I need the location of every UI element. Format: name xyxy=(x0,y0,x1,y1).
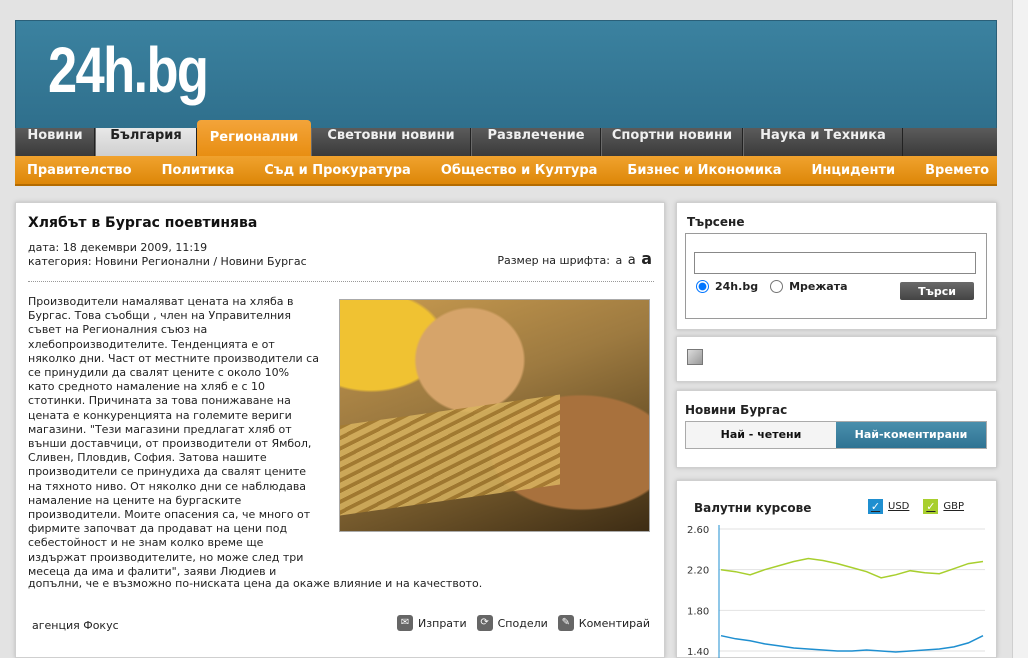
series-line-gbp xyxy=(720,557,984,579)
tab-most-commented[interactable]: Най-коментирани xyxy=(836,422,986,448)
series-line-usd xyxy=(720,634,984,653)
page-frame: 24h.bg Новини България Регионални Световни … xyxy=(15,20,997,658)
scope-web-radio[interactable] xyxy=(770,280,784,293)
send-button[interactable]: ✉ Изпрати xyxy=(397,615,467,631)
font-size-medium[interactable]: a xyxy=(628,253,636,268)
action-label: Коментирай xyxy=(578,616,650,630)
legend-usd-label: USD xyxy=(888,501,910,512)
search-input[interactable] xyxy=(694,252,976,274)
subnav-link-2[interactable]: Съд и Прокуратура xyxy=(264,156,411,184)
broken-image-icon xyxy=(687,349,703,365)
news-burgas-box: Новини Бургас Най - четени Най-коментира… xyxy=(676,390,997,468)
usd-checkbox-icon[interactable]: ✓ xyxy=(868,499,883,514)
news-box-title: Новини Бургас xyxy=(685,403,788,417)
scope-site-radio[interactable] xyxy=(696,280,709,293)
subnav-link-0[interactable]: Правителство xyxy=(27,156,132,184)
envelope-icon: ✉ xyxy=(397,615,414,631)
article-body: Производители намаляват цената на хляба … xyxy=(28,295,319,578)
currency-legend: ✓ USD ✓ GBP xyxy=(868,499,964,514)
nav-tab-0[interactable]: Новини xyxy=(15,128,95,156)
scope-web-label: Мрежата xyxy=(789,280,848,293)
site-header: 24h.bg xyxy=(15,20,997,130)
y-tick-label: 2.20 xyxy=(687,566,709,577)
share-button[interactable]: ⟳ Сподели xyxy=(476,615,548,631)
legend-usd[interactable]: ✓ USD xyxy=(868,499,909,514)
article-actions: ✉ Изпрати ⟳ Сподели ✎ Коментирай xyxy=(397,615,650,631)
search-title: Търсене xyxy=(687,215,745,229)
sub-navigation: Правителство Политика Съд и Прокуратура Общ… xyxy=(15,156,997,186)
legend-gbp-label: GBP xyxy=(943,501,965,512)
divider xyxy=(28,281,654,282)
article-source: агенция Фокус xyxy=(32,619,119,632)
search-box: Търсене 24h.bg Мрежата Търси xyxy=(676,202,997,330)
currency-chart: 2.60 2.20 1.80 1.40 xyxy=(687,525,985,658)
search-form: 24h.bg Мрежата Търси xyxy=(685,233,987,319)
subnav-link-4[interactable]: Бизнес и Икономика xyxy=(627,156,781,184)
article-body-end: допълни, че е възможно по-ниската цена д… xyxy=(28,577,483,590)
widget-box xyxy=(676,336,997,382)
font-size-small[interactable]: a xyxy=(615,254,622,267)
share-icon: ⟳ xyxy=(476,615,493,631)
nav-tab-2[interactable]: Регионални xyxy=(197,120,311,156)
font-size-large[interactable]: a xyxy=(641,249,652,268)
scope-site-label: 24h.bg xyxy=(715,280,759,293)
y-tick-label: 1.80 xyxy=(687,606,709,617)
main-navigation: Новини България Регионални Световни новини Р… xyxy=(15,120,997,156)
nav-tab-3[interactable]: Световни новини xyxy=(311,128,471,156)
nav-tab-6[interactable]: Наука и Техника xyxy=(743,128,903,156)
page-scrollbar[interactable] xyxy=(1012,0,1028,658)
search-button[interactable]: Търси xyxy=(900,282,974,300)
article-date: дата: 18 декември 2009, 11:19 xyxy=(28,241,208,254)
font-size-label: Размер на шрифта: xyxy=(497,254,610,267)
nav-tab-1[interactable]: България xyxy=(95,128,197,156)
news-tabs: Най - четени Най-коментирани xyxy=(685,421,987,449)
y-tick-label: 2.60 xyxy=(687,525,709,536)
action-label: Сподели xyxy=(497,616,548,630)
search-scope: 24h.bg Мрежата xyxy=(696,280,848,293)
site-logo[interactable]: 24h.bg xyxy=(48,33,209,107)
subnav-link-5[interactable]: Инциденти xyxy=(812,156,896,184)
article-panel: Хлябът в Бургас поевтинява дата: 18 деке… xyxy=(15,202,665,658)
tab-most-read[interactable]: Най - четени xyxy=(686,422,836,448)
comment-button[interactable]: ✎ Коментирай xyxy=(557,615,650,631)
gbp-checkbox-icon[interactable]: ✓ xyxy=(923,499,939,514)
nav-tab-4[interactable]: Развлечение xyxy=(471,128,601,156)
wheat-shape xyxy=(340,394,560,516)
nav-tab-5[interactable]: Спортни новини xyxy=(601,128,743,156)
article-photo-bread xyxy=(339,299,650,532)
article-category: категория: Новини Регионални / Новини Бу… xyxy=(28,255,307,268)
subnav-link-3[interactable]: Общество и Култура xyxy=(441,156,598,184)
comment-icon: ✎ xyxy=(557,615,574,631)
currency-title: Валутни курсове xyxy=(694,501,812,515)
article-meta: дата: 18 декември 2009, 11:19 категория:… xyxy=(28,241,307,269)
subnav-link-6[interactable]: Времето xyxy=(925,156,989,184)
y-tick-label: 1.40 xyxy=(687,647,709,658)
article-title: Хлябът в Бургас поевтинява xyxy=(28,215,258,231)
subnav-link-1[interactable]: Политика xyxy=(162,156,235,184)
action-label: Изпрати xyxy=(418,616,467,630)
currency-box: Валутни курсове ✓ USD ✓ GBP 2.60 2.20 1.80… xyxy=(676,480,997,658)
font-size-control: Размер на шрифта: a a a xyxy=(495,249,652,268)
legend-gbp[interactable]: ✓ GBP xyxy=(923,499,964,514)
